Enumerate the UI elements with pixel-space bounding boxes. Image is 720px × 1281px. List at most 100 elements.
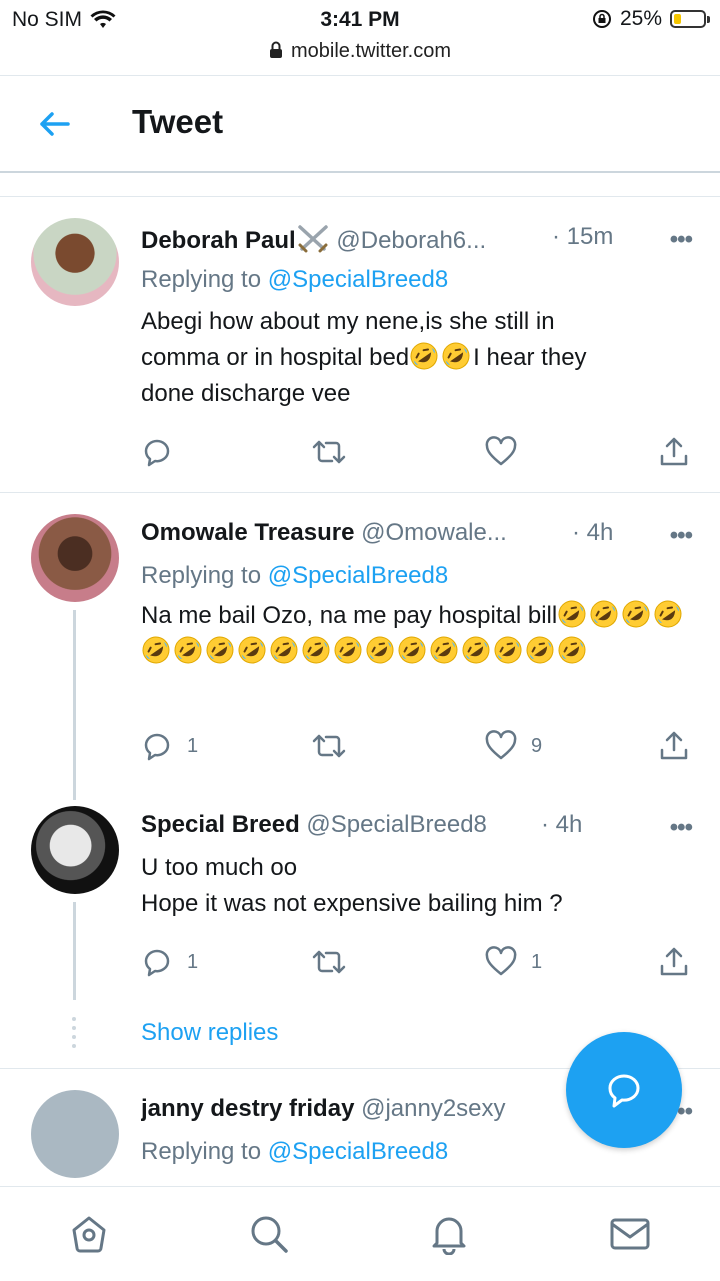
rolling-on-floor-laughing-emoji-icon [141,635,171,665]
replying-to-handle[interactable]: @SpecialBreed8 [268,266,448,293]
heart-icon [485,946,517,976]
rolling-on-floor-laughing-emoji-icon [525,635,555,665]
back-arrow-icon[interactable] [36,109,72,139]
thread-dots [72,1017,76,1048]
thread-line [73,610,76,800]
avatar[interactable] [31,218,119,306]
tweet-actions [141,436,693,472]
like-button[interactable] [485,436,531,468]
show-replies-link[interactable]: Show replies [141,1019,278,1047]
messages-envelope-icon[interactable] [608,1213,652,1255]
heart-icon [485,436,517,466]
rolling-on-floor-laughing-emoji-icon [237,635,267,665]
retweet-button[interactable] [311,946,347,978]
lock-icon [269,41,282,58]
rolling-on-floor-laughing-emoji-icon [205,635,235,665]
retweet-button[interactable] [311,730,347,762]
tweet-text-line-2: comma or in hospital bed I hear they [141,340,701,376]
bottom-nav [0,1186,720,1281]
replying-to-prefix: Replying to [141,562,268,589]
tweet-text: Abegi how about my nene,is she still in … [141,304,701,412]
avatar[interactable] [31,1090,119,1178]
user-handle[interactable]: @SpecialBreed8 [306,811,486,838]
replying-to-handle[interactable]: @SpecialBreed8 [268,1138,448,1165]
rolling-on-floor-laughing-emoji-icon [557,599,587,629]
share-icon [660,947,688,976]
display-name[interactable]: Deborah Paul [141,227,296,254]
user-handle[interactable]: @janny2sexy [361,1095,505,1122]
user-handle[interactable]: @Omowale... [361,519,507,546]
more-options-icon[interactable]: ••• [670,226,693,254]
rolling-on-floor-laughing-emoji-icon [493,635,523,665]
rolling-on-floor-laughing-emoji-icon [461,635,491,665]
url-text: mobile.twitter.com [290,40,452,62]
status-bar: No SIM 3:41 PM 25% mobile.twitter.com [0,0,720,76]
rolling-on-floor-laughing-emoji-icon [589,599,619,629]
page-title: Tweet [132,103,224,140]
tweet-actions: 1 9 [141,730,693,766]
page-header: Tweet [0,77,720,173]
replying-to-handle[interactable]: @SpecialBreed8 [268,562,448,589]
rolling-on-floor-laughing-emoji-icon [557,635,587,665]
share-icon [660,731,688,760]
rolling-on-floor-laughing-emoji-icon [409,341,439,371]
tweet-text-line: U too much oo [141,854,298,881]
rolling-on-floor-laughing-emoji-icon [429,635,459,665]
display-name[interactable]: Special Breed [141,811,300,838]
avatar[interactable] [31,514,119,602]
more-options-icon[interactable]: ••• [670,814,693,842]
notifications-bell-icon[interactable] [428,1213,470,1255]
display-name[interactable]: Omowale Treasure [141,519,354,546]
rolling-on-floor-laughing-emoji-icon [365,635,395,665]
replying-to: Replying to @SpecialBreed8 [141,266,448,294]
rotation-lock-icon [592,10,611,28]
reply-icon [144,439,170,467]
replying-to: Replying to @SpecialBreed8 [141,562,448,590]
like-count: 9 [531,734,543,757]
rolling-on-floor-laughing-emoji-icon [653,599,683,629]
share-icon [660,437,688,466]
compose-reply-button[interactable] [566,1032,682,1148]
like-button[interactable]: 9 [485,730,542,762]
tweet-time[interactable]: · 4h [541,811,582,839]
avatar[interactable] [31,806,119,894]
tweet-text: Na me bail Ozo, na me pay hospital bill [141,598,711,670]
rolling-on-floor-laughing-emoji-icon [301,635,331,665]
tweet-time[interactable]: · 15m [552,223,613,251]
tweet-text-segment: Na me bail Ozo, na me pay hospital bill [141,602,558,629]
share-button[interactable] [658,436,690,468]
share-button[interactable] [658,946,690,978]
divider [0,196,720,197]
rolling-on-floor-laughing-emoji-icon [173,635,203,665]
tweet-actions: 1 1 [141,946,693,982]
reply-button[interactable] [141,436,187,468]
rolling-on-floor-laughing-emoji-icon [269,635,299,665]
address-bar[interactable]: mobile.twitter.com [0,40,720,63]
reply-button[interactable]: 1 [141,730,198,762]
home-icon[interactable] [68,1213,110,1255]
replying-to-prefix: Replying to [141,1138,268,1165]
reply-count: 1 [187,734,199,757]
share-button[interactable] [658,730,690,762]
reply-icon [144,949,170,977]
tweet-text-line: Hope it was not expensive bailing him ? [141,890,563,917]
retweet-icon [312,950,346,974]
retweet-icon [312,440,346,464]
thread-line [73,902,76,1000]
like-button[interactable]: 1 [485,946,542,978]
more-options-icon[interactable]: ••• [670,522,693,550]
tweet-time[interactable]: · 4h [572,519,613,547]
replying-to-prefix: Replying to [141,266,268,293]
reply-count: 1 [187,950,199,973]
reply-button[interactable]: 1 [141,946,198,978]
rolling-on-floor-laughing-emoji-icon [397,635,427,665]
replying-to: Replying to @SpecialBreed8 [141,1138,448,1166]
retweet-button[interactable] [311,436,347,468]
user-handle[interactable]: @Deborah6... [336,227,486,254]
search-icon[interactable] [248,1213,290,1255]
display-name[interactable]: janny destry friday [141,1095,354,1122]
tweet-text-segment: comma or in hospital bed [141,344,410,371]
tweet-text: U too much oo Hope it was not expensive … [141,850,701,922]
tweet-header: Omowale Treasure @Omowale... [141,519,642,547]
divider [0,492,720,493]
